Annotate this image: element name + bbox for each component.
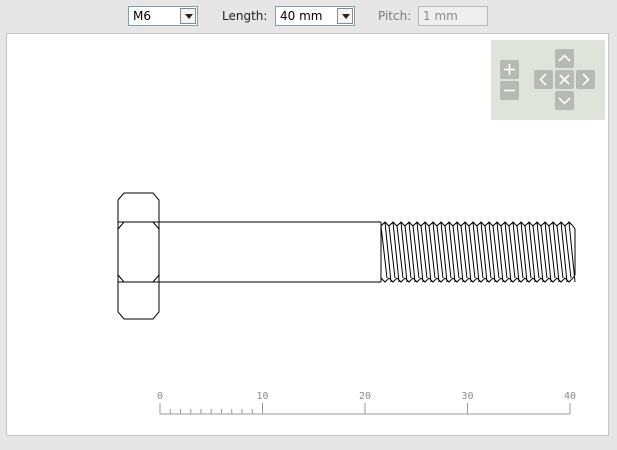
- pan-left-button[interactable]: [534, 70, 553, 89]
- pitch-input: [419, 7, 487, 25]
- bolt-thread: [380, 221, 576, 283]
- pitch-label: Pitch:: [378, 9, 412, 23]
- ruler-tick-label: 10: [256, 391, 268, 402]
- reset-view-button[interactable]: [555, 70, 574, 89]
- drawing-canvas[interactable]: 0 10 20 30 40: [6, 33, 609, 436]
- toolbar: M6 Length: 40 mm Pitch:: [0, 0, 617, 32]
- ruler-tick-label: 20: [359, 391, 371, 402]
- pan-down-button[interactable]: [555, 91, 574, 110]
- size-select[interactable]: M6: [128, 6, 198, 26]
- length-label: Length:: [222, 9, 268, 23]
- chevron-left-icon: [539, 73, 547, 86]
- bolt-shank: [159, 221, 382, 283]
- navigation-panel: [491, 40, 605, 120]
- pan-right-button[interactable]: [576, 70, 595, 89]
- zoom-out-button[interactable]: [500, 81, 519, 100]
- scale-ruler: 0 10 20 30 40: [157, 391, 576, 415]
- ruler-tick-label: 0: [157, 391, 163, 402]
- dropdown-arrow-icon[interactable]: [180, 8, 196, 24]
- zoom-in-button[interactable]: [500, 60, 519, 79]
- ruler-tick-label: 40: [564, 391, 576, 402]
- size-select-value: M6: [133, 9, 151, 23]
- pan-up-button[interactable]: [555, 49, 574, 68]
- length-select-value: 40 mm: [280, 9, 323, 23]
- ruler-tick-label: 30: [461, 391, 473, 402]
- close-icon: [559, 74, 570, 85]
- bolt-head: [117, 192, 160, 320]
- length-select[interactable]: 40 mm: [275, 6, 355, 26]
- chevron-right-icon: [582, 73, 590, 86]
- chevron-down-icon: [558, 97, 571, 105]
- dropdown-arrow-icon[interactable]: [337, 8, 353, 24]
- chevron-up-icon: [558, 54, 571, 62]
- pitch-field: [418, 6, 488, 26]
- plus-icon: [504, 64, 515, 75]
- thread-lines: [380, 221, 576, 283]
- minus-icon: [504, 89, 515, 92]
